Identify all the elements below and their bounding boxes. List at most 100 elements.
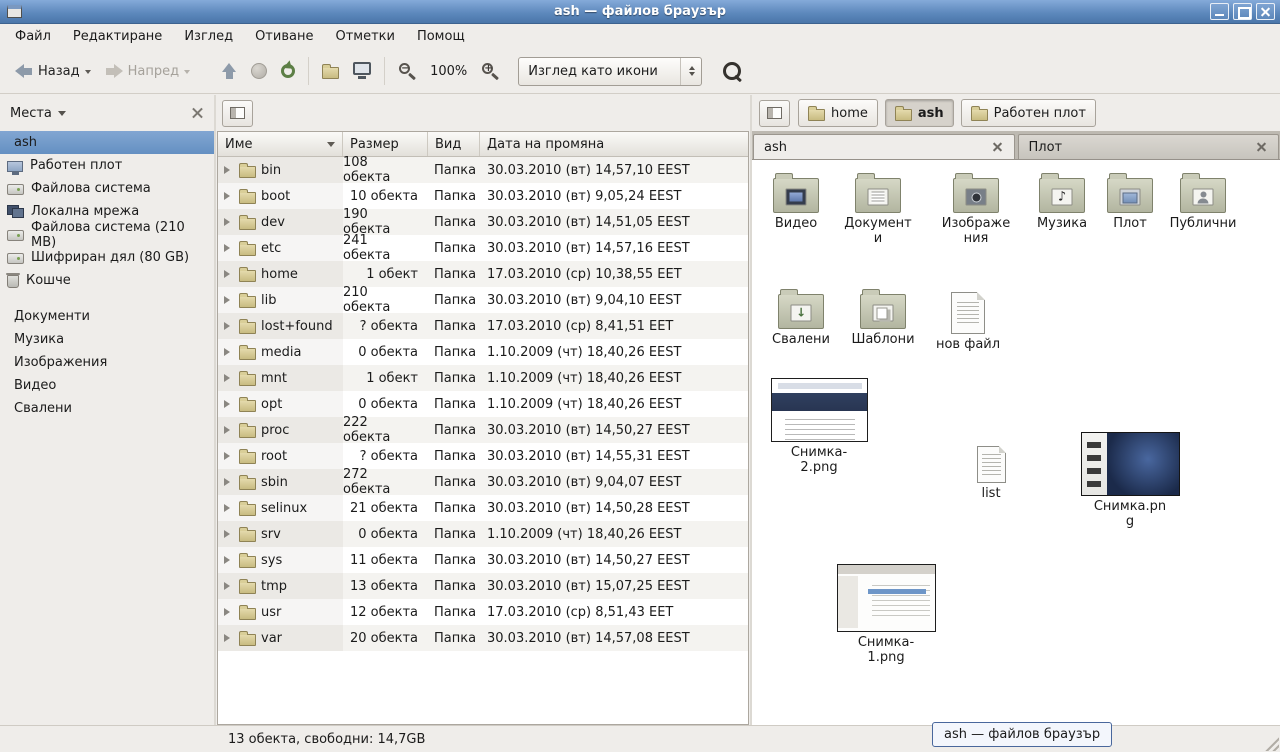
file-row[interactable]: proc 222 обекта Папка 30.03.2010 (вт) 14… xyxy=(218,417,748,443)
breadcrumb-button[interactable]: Работен плот xyxy=(961,99,1096,127)
forward-button[interactable]: Напред xyxy=(98,59,197,84)
close-button[interactable] xyxy=(1256,3,1275,20)
column-header-type[interactable]: Вид xyxy=(428,132,480,156)
resize-grip[interactable] xyxy=(1263,735,1279,751)
expander-icon[interactable] xyxy=(224,322,234,330)
file-row[interactable]: root ? обекта Папка 30.03.2010 (вт) 14,5… xyxy=(218,443,748,469)
file-row[interactable]: mnt 1 обект Папка 1.10.2009 (чт) 18,40,2… xyxy=(218,365,748,391)
file-row[interactable]: bin 108 обекта Папка 30.03.2010 (вт) 14,… xyxy=(218,157,748,183)
search-button[interactable] xyxy=(716,57,748,85)
expander-icon[interactable] xyxy=(224,244,234,252)
sidebar-item[interactable]: Работен плот xyxy=(0,154,214,177)
icon-view-item[interactable]: Изображения xyxy=(934,170,1018,247)
zoom-out-button[interactable] xyxy=(391,57,423,85)
tab[interactable]: ash xyxy=(753,134,1015,159)
sidebar-item[interactable]: Музика xyxy=(0,328,214,351)
expander-icon[interactable] xyxy=(224,608,234,616)
column-header-size[interactable]: Размер xyxy=(343,132,428,156)
view-mode-combo[interactable]: Изглед като икони xyxy=(518,57,702,86)
file-row[interactable]: etc 241 обекта Папка 30.03.2010 (вт) 14,… xyxy=(218,235,748,261)
file-row[interactable]: opt 0 обекта Папка 1.10.2009 (чт) 18,40,… xyxy=(218,391,748,417)
expander-icon[interactable] xyxy=(224,582,234,590)
file-row[interactable]: lost+found ? обекта Папка 17.03.2010 (ср… xyxy=(218,313,748,339)
file-row[interactable]: sbin 272 обекта Папка 30.03.2010 (вт) 9,… xyxy=(218,469,748,495)
tab-close-icon[interactable] xyxy=(991,141,1004,154)
sidebar-item[interactable]: Изображения xyxy=(0,351,214,374)
sidebar-item[interactable]: Документи xyxy=(0,305,214,328)
stop-button[interactable] xyxy=(244,58,274,84)
icon-view-item[interactable]: list xyxy=(949,444,1033,502)
sidebar-item[interactable]: Свалени xyxy=(0,397,214,420)
expander-icon[interactable] xyxy=(224,530,234,538)
file-row[interactable]: dev 190 обекта Папка 30.03.2010 (вт) 14,… xyxy=(218,209,748,235)
expander-icon[interactable] xyxy=(224,634,234,642)
icon-view-item[interactable]: Свалени xyxy=(759,286,843,348)
file-row[interactable]: selinux 21 обекта Папка 30.03.2010 (вт) … xyxy=(218,495,748,521)
back-button[interactable]: Назад xyxy=(8,59,98,84)
sidebar-close-icon[interactable] xyxy=(191,107,204,120)
icon-view-item[interactable]: Плот xyxy=(1088,170,1172,232)
sidebar-item[interactable]: ash xyxy=(0,131,214,154)
sidebar-item[interactable]: Файлова система (210 MB) xyxy=(0,223,214,246)
file-row[interactable]: srv 0 обекта Папка 1.10.2009 (чт) 18,40,… xyxy=(218,521,748,547)
expander-icon[interactable] xyxy=(224,426,234,434)
expander-icon[interactable] xyxy=(224,556,234,564)
reload-button[interactable] xyxy=(274,59,302,83)
sidebar-item[interactable]: Файлова система xyxy=(0,177,214,200)
file-row[interactable]: tmp 13 обекта Папка 30.03.2010 (вт) 15,0… xyxy=(218,573,748,599)
file-row[interactable]: lib 210 обекта Папка 30.03.2010 (вт) 9,0… xyxy=(218,287,748,313)
expander-icon[interactable] xyxy=(224,348,234,356)
file-row[interactable]: home 1 обект Папка 17.03.2010 (ср) 10,38… xyxy=(218,261,748,287)
icon-view-item[interactable]: Снимка-1.png xyxy=(833,564,939,666)
expander-icon[interactable] xyxy=(224,270,234,278)
icon-view-item[interactable]: Публични xyxy=(1161,170,1245,232)
expander-icon[interactable] xyxy=(224,400,234,408)
sidebar-item[interactable]: Кошче xyxy=(0,269,214,292)
expander-icon[interactable] xyxy=(224,218,234,226)
sidebar-dropdown-icon[interactable] xyxy=(58,111,66,120)
expander-icon[interactable] xyxy=(224,166,234,174)
menu-item[interactable]: Отиване xyxy=(244,24,324,49)
icon-view-item[interactable]: Документи xyxy=(836,170,920,247)
titlebar[interactable]: ash — файлов браузър xyxy=(0,0,1280,24)
icon-view[interactable]: Видео Документи Изображения xyxy=(752,159,1280,725)
minimize-button[interactable] xyxy=(1210,3,1229,20)
column-header-date[interactable]: Дата на промяна xyxy=(480,132,748,156)
location-bar-toggle-button[interactable] xyxy=(759,100,790,127)
sidebar-item[interactable]: Видео xyxy=(0,374,214,397)
expander-icon[interactable] xyxy=(224,478,234,486)
location-bar-toggle-button[interactable] xyxy=(222,100,253,127)
file-row[interactable]: boot 10 обекта Папка 30.03.2010 (вт) 9,0… xyxy=(218,183,748,209)
menu-item[interactable]: Файл xyxy=(4,24,62,49)
home-button[interactable] xyxy=(315,59,346,84)
menu-item[interactable]: Изглед xyxy=(173,24,244,49)
maximize-button[interactable] xyxy=(1233,3,1252,20)
computer-button[interactable] xyxy=(346,57,378,85)
expander-icon[interactable] xyxy=(224,296,234,304)
icon-view-item[interactable]: Снимка.png xyxy=(1077,432,1183,530)
menu-item[interactable]: Редактиране xyxy=(62,24,173,49)
icon-view-item[interactable]: Шаблони xyxy=(841,286,925,348)
expander-icon[interactable] xyxy=(224,192,234,200)
column-header-name[interactable]: Име xyxy=(218,132,343,156)
icon-view-item[interactable]: нов файл xyxy=(926,289,1010,353)
expander-icon[interactable] xyxy=(224,452,234,460)
sidebar-item[interactable]: Шифриран дял (80 GB) xyxy=(0,246,214,269)
up-button[interactable] xyxy=(215,58,244,85)
breadcrumb-button[interactable]: ash xyxy=(885,99,954,127)
expander-icon[interactable] xyxy=(224,374,234,382)
breadcrumb-button[interactable]: home xyxy=(798,99,878,127)
icon-view-item[interactable]: Видео xyxy=(754,170,838,232)
menu-item[interactable]: Помощ xyxy=(406,24,476,49)
file-row[interactable]: sys 11 обекта Папка 30.03.2010 (вт) 14,5… xyxy=(218,547,748,573)
tab-close-icon[interactable] xyxy=(1255,141,1268,154)
tab[interactable]: Плот xyxy=(1018,134,1280,159)
file-row[interactable]: var 20 обекта Папка 30.03.2010 (вт) 14,5… xyxy=(218,625,748,651)
expander-icon[interactable] xyxy=(224,504,234,512)
zoom-in-button[interactable] xyxy=(474,57,506,85)
file-row[interactable]: media 0 обекта Папка 1.10.2009 (чт) 18,4… xyxy=(218,339,748,365)
menu-item[interactable]: Отметки xyxy=(324,24,405,49)
icon-view-item[interactable]: Снимка-2.png xyxy=(766,378,872,476)
back-history-dropdown-icon[interactable] xyxy=(85,70,91,77)
file-row[interactable]: usr 12 обекта Папка 17.03.2010 (ср) 8,51… xyxy=(218,599,748,625)
